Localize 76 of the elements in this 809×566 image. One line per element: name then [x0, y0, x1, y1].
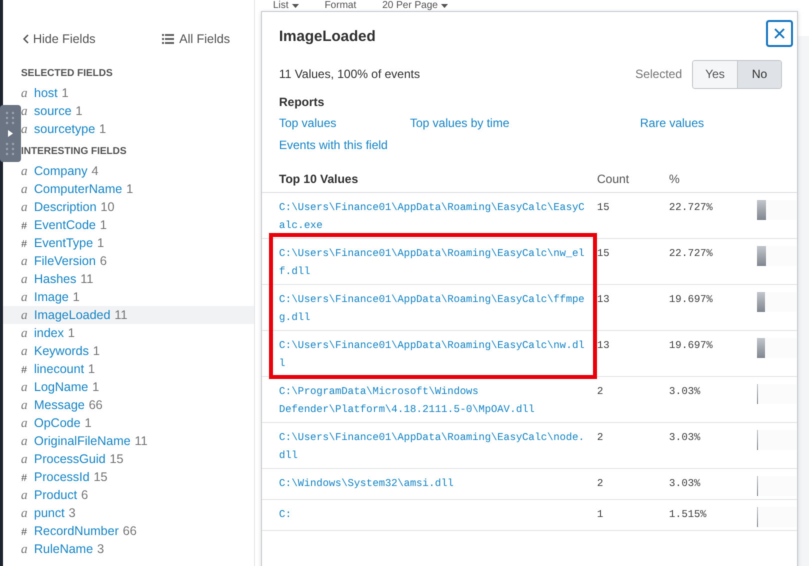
- all-fields-button[interactable]: All Fields: [162, 32, 230, 46]
- column-header: %: [669, 172, 681, 188]
- field-item[interactable]: a FileVersion 6: [21, 252, 107, 270]
- field-item[interactable]: # EventCode 1: [21, 216, 107, 234]
- value-link[interactable]: C:: [279, 506, 597, 527]
- section-heading: INTERESTING FIELDS: [21, 146, 128, 157]
- count-cell-text: 15: [597, 201, 610, 216]
- field-item[interactable]: a OriginalFileName 11: [21, 432, 148, 450]
- percent-cell-text: 1.515%: [669, 508, 708, 523]
- caret-icon: [292, 4, 299, 8]
- selected-label: Selected: [635, 67, 682, 81]
- field-item[interactable]: a host 1: [21, 84, 69, 102]
- field-item[interactable]: a punct 3: [21, 504, 76, 522]
- count-cell-text: 2: [597, 431, 604, 446]
- percent-cell-text: 3.03%: [669, 431, 702, 446]
- toggle-option[interactable]: No: [737, 60, 781, 88]
- count-cell-text: 1: [597, 508, 604, 523]
- percent-cell-text: 22.727%: [669, 201, 714, 216]
- count-cell-text: 2: [597, 477, 604, 492]
- field-item[interactable]: a ImageLoaded 11: [3, 306, 254, 324]
- field-item[interactable]: a source 1: [21, 102, 82, 120]
- caret-icon: [440, 4, 448, 8]
- column-header: Top 10 Values: [279, 172, 360, 188]
- field-item[interactable]: # EventType 1: [21, 234, 104, 252]
- field-item[interactable]: a Message 66: [21, 396, 103, 414]
- field-item[interactable]: a ProcessGuid 15: [21, 450, 124, 468]
- percent-cell-text: 19.697%: [669, 339, 714, 354]
- toolbar-menu[interactable]: Format: [324, 0, 356, 12]
- values-summary: 11 Values, 100% of events: [279, 67, 421, 81]
- section-heading: SELECTED FIELDS: [21, 68, 114, 79]
- value-link[interactable]: C:\Users\Finance01\AppData\Roaming\EasyCalc\nw.dll: [279, 337, 597, 373]
- count-cell-text: 13: [597, 339, 610, 354]
- field-item[interactable]: a ComputerName 1: [21, 180, 134, 198]
- value-link[interactable]: C:\Users\Finance01\AppData\Roaming\EasyCalc\node.dll: [279, 429, 597, 465]
- value-link[interactable]: C:\Windows\System32\amsi.dll: [279, 475, 597, 496]
- field-item[interactable]: a index 1: [21, 324, 75, 342]
- count-cell-text: 13: [597, 293, 610, 308]
- reports-heading: Reports: [279, 95, 326, 109]
- report-link[interactable]: Top values: [279, 116, 410, 130]
- toolbar-menu[interactable]: List: [273, 0, 299, 12]
- value-link[interactable]: C:\Users\Finance01\AppData\Roaming\EasyCalc\ffmpeg.dll: [279, 291, 597, 327]
- percent-cell-text: 22.727%: [669, 247, 714, 262]
- close-button[interactable]: [766, 20, 793, 46]
- field-item[interactable]: a Hashes 11: [21, 270, 94, 288]
- report-link[interactable]: Events with this field: [279, 138, 410, 152]
- report-link[interactable]: Rare values: [640, 116, 797, 130]
- toolbar-menu[interactable]: 20 Per Page: [382, 0, 448, 12]
- value-link[interactable]: C:\Users\Finance01\AppData\Roaming\EasyCalc\nw_elf.dll: [279, 245, 597, 281]
- hide-fields-link[interactable]: Hide Fields: [23, 32, 96, 46]
- field-item[interactable]: a Company 4: [21, 162, 98, 180]
- list-icon: [162, 34, 174, 44]
- drag-handle-icon[interactable]: [0, 105, 21, 162]
- report-link[interactable]: Top values by time: [410, 116, 640, 130]
- field-item[interactable]: a Product 6: [21, 486, 88, 504]
- toggle-option[interactable]: Yes: [693, 60, 737, 88]
- value-link[interactable]: C:\Users\Finance01\AppData\Roaming\EasyCalc\EasyCalc.exe: [279, 199, 597, 235]
- percent-cell-text: 3.03%: [669, 477, 702, 492]
- value-link[interactable]: C:\ProgramData\Microsoft\Windows Defender\Platform\4.18.2111.5-0\MpOAV.dll: [279, 383, 597, 419]
- close-icon: [774, 28, 785, 38]
- percent-cell-text: 19.697%: [669, 293, 714, 308]
- field-item[interactable]: a RuleName 3: [21, 540, 104, 558]
- count-cell-text: 2: [597, 385, 604, 400]
- column-header: Count: [597, 172, 630, 188]
- field-item[interactable]: # RecordNumber 66: [21, 522, 137, 540]
- field-item[interactable]: a sourcetype 1: [21, 120, 106, 138]
- field-item[interactable]: # linecount 1: [21, 360, 95, 378]
- field-item[interactable]: # ProcessId 15: [21, 468, 108, 486]
- field-item[interactable]: a Description 10: [21, 198, 114, 216]
- field-item[interactable]: a OpCode 1: [21, 414, 92, 432]
- popup-title: ImageLoaded: [279, 26, 376, 44]
- field-item[interactable]: a Image 1: [21, 288, 80, 306]
- percent-cell-text: 3.03%: [669, 385, 702, 400]
- chevron-left-icon: [23, 34, 29, 44]
- field-item[interactable]: a LogName 1: [21, 378, 100, 396]
- field-item[interactable]: a Keywords 1: [21, 342, 100, 360]
- count-cell-text: 15: [597, 247, 610, 262]
